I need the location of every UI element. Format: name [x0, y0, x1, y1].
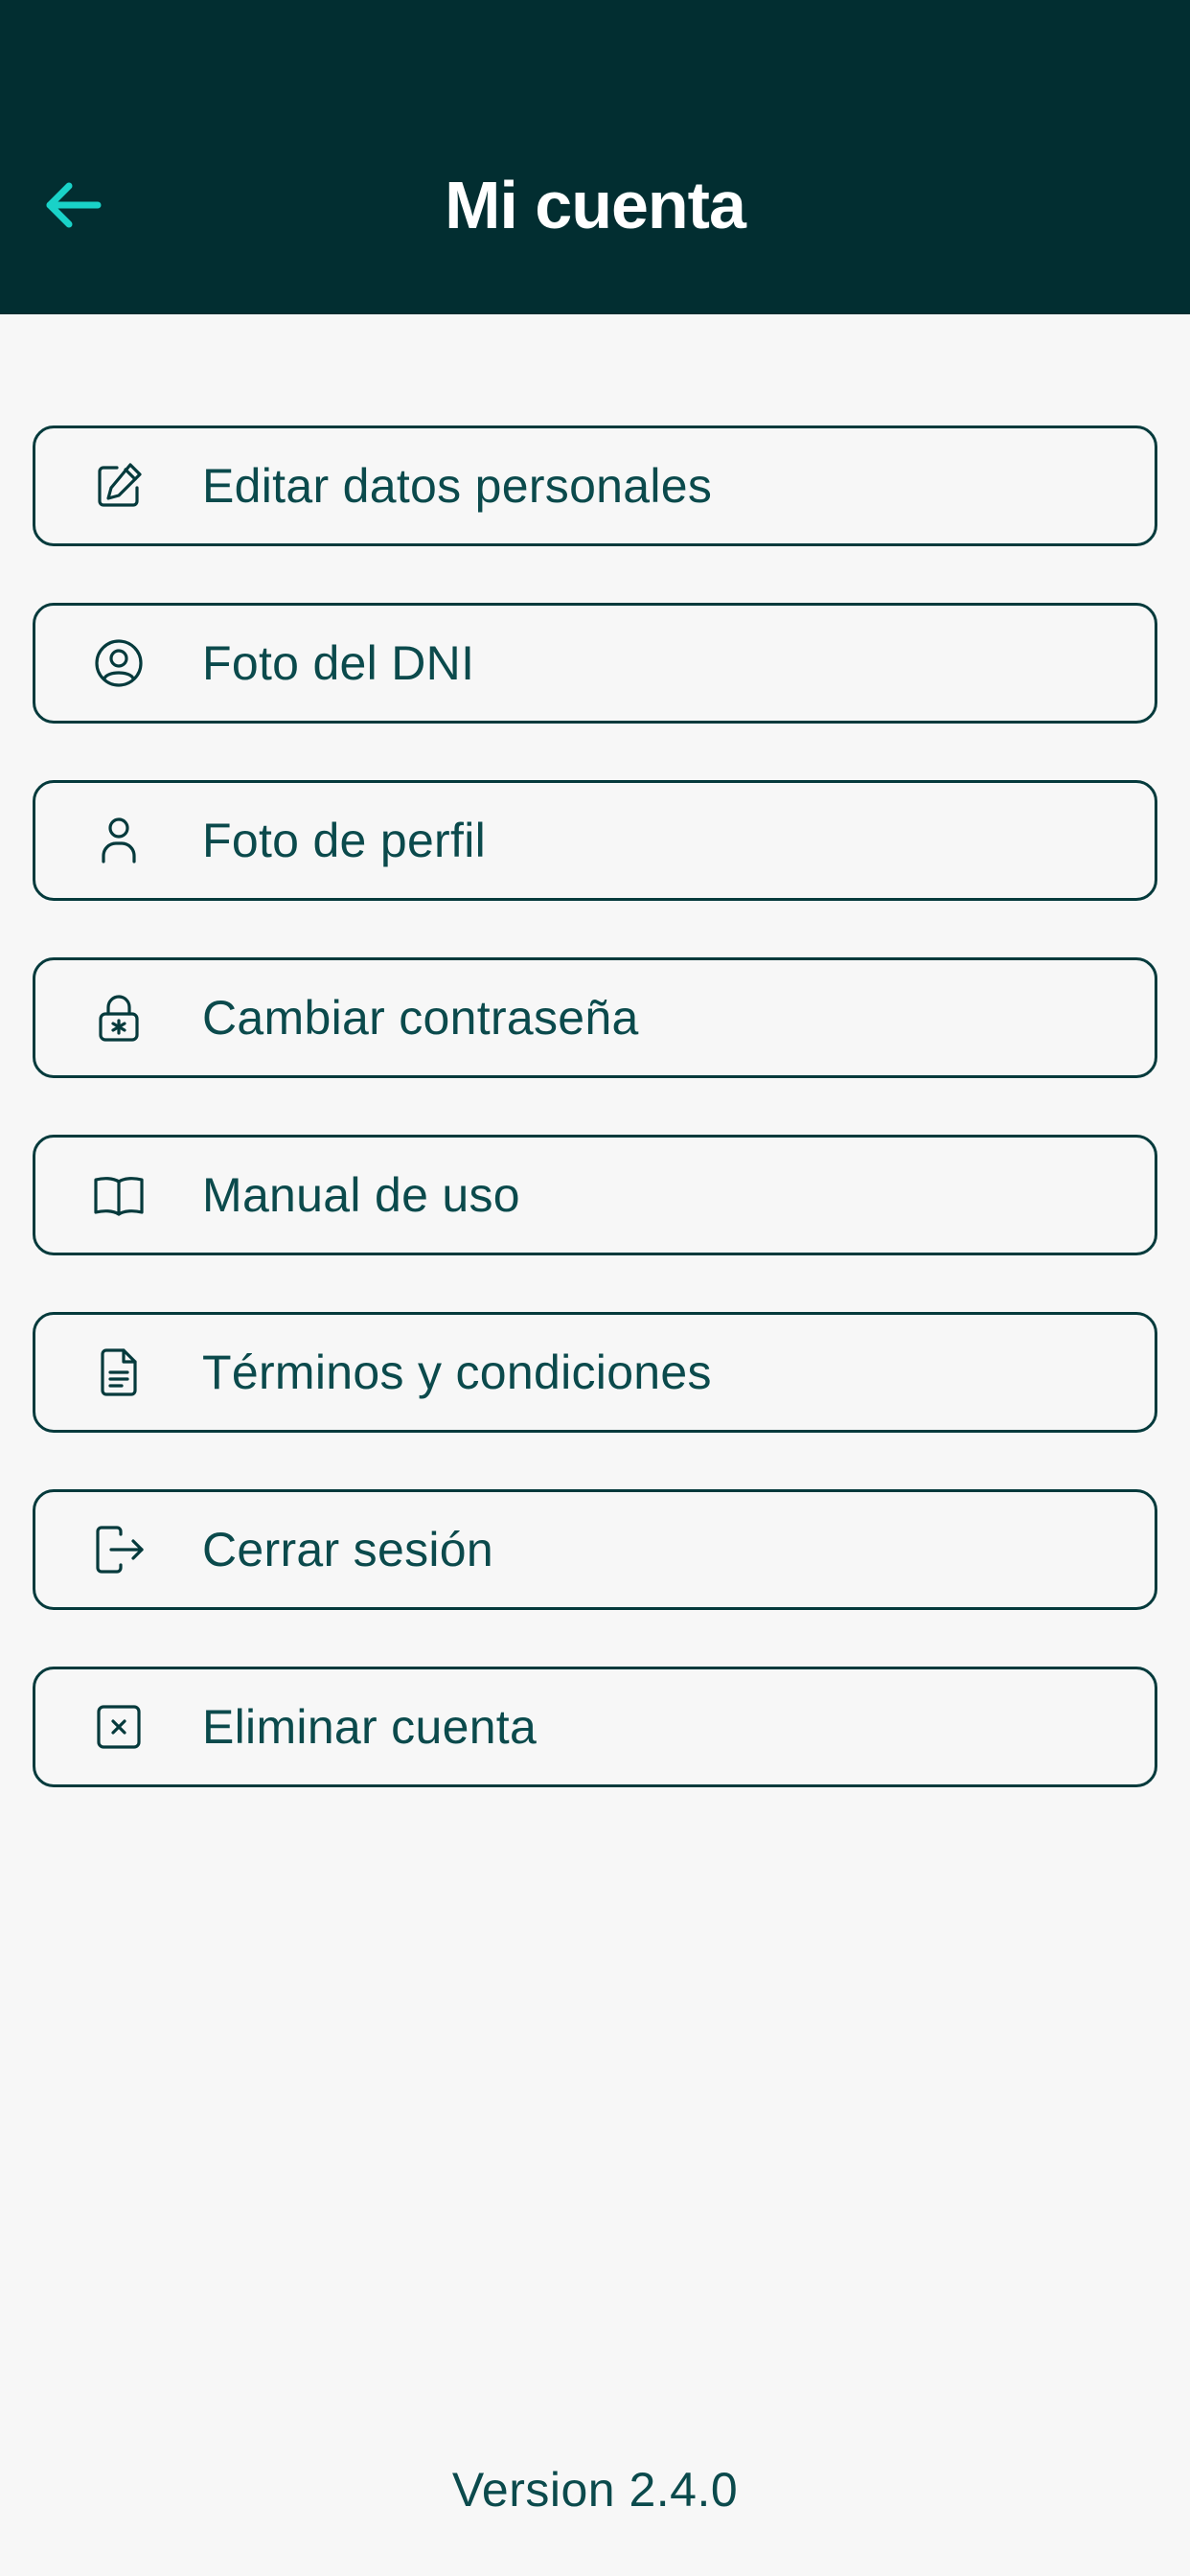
menu-item-logout[interactable]: Cerrar sesión: [33, 1489, 1157, 1610]
account-menu: Editar datos personales Foto del DNI Fot…: [33, 426, 1157, 1844]
user-circle-icon: [92, 636, 146, 690]
menu-item-label: Cambiar contraseña: [202, 991, 639, 1045]
logout-icon: [92, 1523, 146, 1576]
menu-item-label: Foto del DNI: [202, 636, 475, 690]
menu-item-profile-photo[interactable]: Foto de perfil: [33, 780, 1157, 901]
app-header: Mi cuenta: [0, 0, 1190, 314]
delete-box-icon: [92, 1700, 146, 1754]
app-version: Version 2.4.0: [451, 2463, 739, 2517]
menu-item-label: Manual de uso: [202, 1168, 520, 1222]
book-icon: [92, 1168, 146, 1222]
edit-icon: [92, 459, 146, 513]
menu-item-edit-personal-data[interactable]: Editar datos personales: [33, 426, 1157, 546]
menu-item-label: Términos y condiciones: [202, 1346, 712, 1399]
menu-item-label: Cerrar sesión: [202, 1523, 493, 1576]
menu-item-id-photo[interactable]: Foto del DNI: [33, 603, 1157, 724]
menu-item-user-manual[interactable]: Manual de uso: [33, 1135, 1157, 1255]
menu-item-delete-account[interactable]: Eliminar cuenta: [33, 1667, 1157, 1787]
lock-icon: [92, 991, 146, 1045]
menu-item-label: Eliminar cuenta: [202, 1700, 538, 1754]
menu-item-label: Foto de perfil: [202, 814, 487, 867]
menu-item-change-password[interactable]: Cambiar contraseña: [33, 957, 1157, 1078]
page-title: Mi cuenta: [445, 168, 746, 242]
menu-item-terms[interactable]: Términos y condiciones: [33, 1312, 1157, 1433]
document-icon: [92, 1346, 146, 1399]
user-icon: [92, 814, 146, 867]
menu-item-label: Editar datos personales: [202, 459, 713, 513]
